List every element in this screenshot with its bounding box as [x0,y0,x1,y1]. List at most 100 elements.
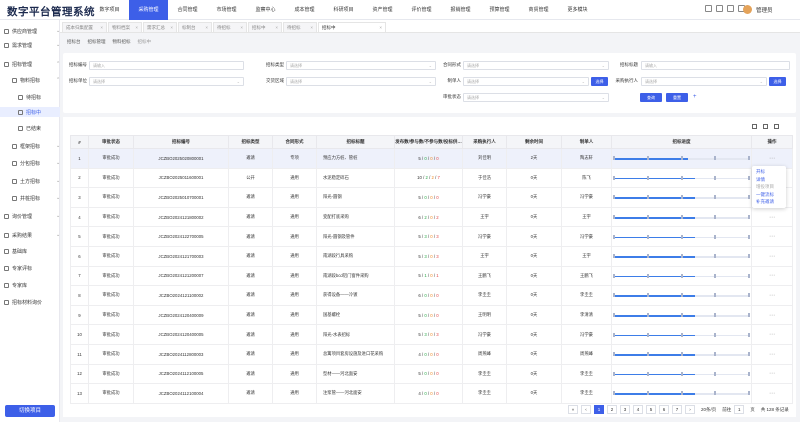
bid-code[interactable]: JCZBO2024120400009 [133,304,229,326]
sidebar-item-8[interactable]: 分包招标 ⌄ [4,158,60,168]
sidebar-item-14[interactable]: 专家评标 [4,263,32,273]
filter-input-3[interactable]: 请输入 [641,61,790,70]
bid-code[interactable]: JCZBO2024121200007 [133,265,229,287]
bid-title[interactable]: 阳光-水表招标 [316,324,395,345]
popup-action-2[interactable]: 增投项目 [752,183,786,191]
table-row[interactable]: 12 审批成功 JCZBO2024112100005 邀请 通用 型材——河北面安 5 / … [70,363,793,385]
bid-code[interactable]: JCZBO2024121100002 [133,285,229,306]
sidebar-item-2[interactable]: 招标管理 ⌃ [4,59,60,69]
more-icon[interactable]: ⋯ [769,273,775,279]
nav-item-4[interactable]: 监察中心 [246,0,285,20]
column-settings-icon[interactable] [774,124,779,129]
bid-code[interactable]: JCZBO2024122700005 [133,226,229,247]
table-row[interactable]: 1 审批成功 JCZBO2025020800001 邀请 专项 预应力方桩、管桩 5 / 0… [70,148,793,169]
bid-title[interactable]: 南湖段bcd铝门窗件采购 [316,265,395,287]
page-tab-6[interactable]: 待招标 × [283,22,317,32]
more-icon[interactable]: ⋯ [769,313,775,319]
bid-code[interactable]: JCZBO2025020800001 [133,148,229,169]
page-tab-1[interactable]: 物料档案 × [108,22,142,32]
filter-input-1[interactable]: 请选择 ⌄ [286,61,436,70]
page-6-button[interactable]: 6 [659,405,669,414]
page-2-button[interactable]: 2 [607,405,617,414]
refresh-icon[interactable] [752,124,757,129]
filter-input-6[interactable]: 请选择 ⌄ [463,77,589,86]
more-icon[interactable]: ⋯ [769,371,775,377]
close-icon[interactable]: × [310,23,313,33]
bid-title[interactable]: 国基螺栓 [316,304,395,326]
nav-item-7[interactable]: 资产管理 [363,0,402,20]
select-button[interactable]: 选择 [769,77,786,86]
density-icon[interactable] [763,124,768,129]
filter-input-4[interactable]: 请选择 ⌄ [89,77,244,86]
popup-action-4[interactable]: 补充邀请 [752,198,786,206]
page-3-button[interactable]: 3 [620,405,630,414]
close-icon[interactable]: × [100,23,103,33]
bid-title[interactable]: 阳光-圆钢 [316,187,395,208]
table-row[interactable]: 11 审批成功 JCZBO2024112800003 邀请 通用 总篱项目套房设施及进口花… [70,343,793,365]
filter-input-7[interactable]: 请选择 ⌄ [641,77,767,86]
bid-title[interactable]: 变配打底采购 [316,206,395,228]
more-icon[interactable]: ⋯ [769,391,775,397]
nav-item-9[interactable]: 报销管理 [441,0,480,20]
sidebar-item-5[interactable]: 招标中 [0,107,60,117]
page-tab-7[interactable]: 招标中 × [318,22,386,32]
bid-title[interactable]: 型材——河北面安 [316,363,395,385]
sidebar-item-10[interactable]: 井桩招标 ⌄ [4,193,60,203]
page-tab-5[interactable]: 招标中 × [248,22,282,32]
bid-code[interactable]: JCZBO2025010700001 [133,187,229,208]
close-icon[interactable]: × [205,23,208,33]
close-icon[interactable]: × [379,23,382,33]
sidebar-item-15[interactable]: 专家库 [4,280,27,290]
expand-icon[interactable]: + [693,94,697,100]
page-tab-3[interactable]: 标制台 × [178,22,212,32]
table-row[interactable]: 4 审批成功 JCZBO2024121800002 邀请 通用 变配打底采购 6 / 2 /… [70,206,793,228]
page-7-button[interactable]: 7 [672,405,682,414]
close-icon[interactable]: × [170,23,173,33]
close-icon[interactable]: × [135,23,138,33]
bid-code[interactable]: JCZBO2024112100005 [133,363,229,385]
page-4-button[interactable]: 4 [633,405,643,414]
bid-code[interactable]: JCZBO2024121800002 [133,206,229,228]
more-icon[interactable]: ⋯ [769,254,775,260]
next-page-button[interactable]: › [685,405,695,414]
popup-action-0[interactable]: 开标 [752,168,786,176]
more-icon[interactable]: ⋯ [769,332,775,338]
nav-item-12[interactable]: 更多模块 [558,0,597,20]
prev-page-button[interactable]: ‹ [581,405,591,414]
more-icon[interactable]: ⋯ [769,293,775,299]
sidebar-item-4[interactable]: 待招标 [4,92,41,102]
bid-title[interactable]: 获得设备——冷镀 [316,285,395,306]
breadcrumb-item[interactable]: 招标台 [67,39,81,45]
first-page-button[interactable]: « [568,405,578,414]
bid-code[interactable]: JCZBO2024112100004 [133,383,229,404]
bid-title[interactable]: 预应力方桩、管桩 [316,148,395,169]
avatar[interactable] [743,5,752,14]
sidebar-item-13[interactable]: 基础库 [4,246,27,256]
sidebar-item-6[interactable]: 已结束 [4,123,41,133]
table-row[interactable]: 5 审批成功 JCZBO2024122700005 邀请 通用 阳光-圆钢及管件 5 / 3… [70,226,793,247]
popup-action-1[interactable]: 详情 [752,176,786,184]
page-1-button[interactable]: 1 [594,405,604,414]
bid-code[interactable]: JCZBO2025011600001 [133,167,229,189]
page-size-select[interactable]: 20条/页 [701,407,716,413]
bid-code[interactable]: JCZBO2024112800003 [133,343,229,365]
table-row[interactable]: 2 审批成功 JCZBO2025011600001 公开 通用 水泥稳定碎石 10 / 2 … [70,167,793,189]
nav-item-8[interactable]: 评价管理 [402,0,441,20]
more-icon[interactable]: ⋯ [769,215,775,221]
table-row[interactable]: 13 审批成功 JCZBO2024112100004 邀请 通用 注浆管——河北面安 4 /… [70,383,793,404]
more-icon[interactable]: ⋯ [769,156,775,162]
table-row[interactable]: 3 审批成功 JCZBO2025010700001 邀请 通用 阳光-圆钢 5 / 0 / … [70,187,793,208]
bid-title[interactable]: 南湖段行具采购 [316,245,395,267]
table-row[interactable]: 8 审批成功 JCZBO2024121100002 邀请 通用 获得设备——冷镀 6 / 0… [70,285,793,306]
monitor-icon[interactable] [727,5,734,12]
bid-code[interactable]: JCZBO2024121700003 [133,245,229,267]
nav-item-2[interactable]: 合同管理 [168,0,207,20]
page-tab-4[interactable]: 待招标 × [213,22,247,32]
sidebar-item-16[interactable]: 招标材料询价 [4,297,42,307]
sidebar-item-7[interactable]: 框架招标 ⌄ [4,141,60,151]
mail-icon[interactable] [716,5,723,12]
nav-item-3[interactable]: 市场管理 [207,0,246,20]
nav-item-11[interactable]: 商贸管理 [519,0,558,20]
table-row[interactable]: 10 审批成功 JCZBO2024120400005 邀请 通用 阳光-水表招标 5 / 3… [70,324,793,345]
nav-item-6[interactable]: 科研项目 [324,0,363,20]
